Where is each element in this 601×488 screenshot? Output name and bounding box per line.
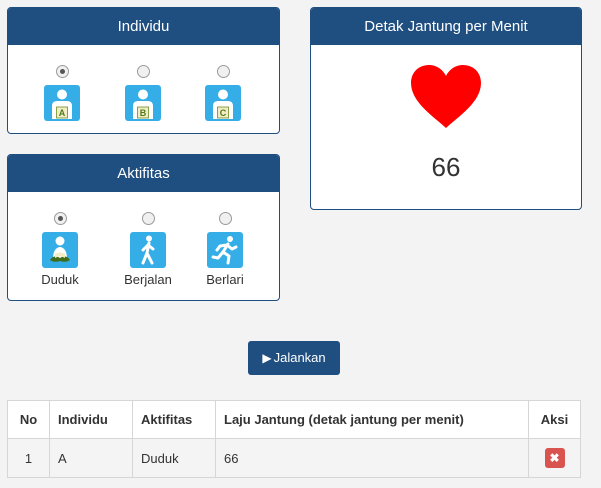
person-b-icon: B xyxy=(125,85,161,121)
aktifitas-label-berjalan: Berjalan xyxy=(124,272,172,287)
individu-panel-title: Individu xyxy=(8,8,279,45)
header-aksi: Aksi xyxy=(528,400,581,439)
heart-rate-panel: Detak Jantung per Menit 66 xyxy=(310,7,582,210)
play-icon: ▶ xyxy=(262,351,272,365)
heart-icon xyxy=(409,64,483,135)
aktifitas-option-berjalan[interactable]: Berjalan xyxy=(108,212,188,287)
individu-option-b[interactable]: B xyxy=(103,65,183,121)
aktifitas-radio-berlari[interactable] xyxy=(218,212,232,225)
svg-text:C: C xyxy=(220,108,227,118)
individu-radio-a[interactable] xyxy=(55,65,69,78)
aktifitas-label-berlari: Berlari xyxy=(206,272,244,287)
person-c-icon: C xyxy=(205,85,241,121)
aktifitas-option-berlari[interactable]: Berlari xyxy=(185,212,265,287)
table-header-row: No Individu Aktifitas Laju Jantung (deta… xyxy=(7,400,581,439)
cell-aktifitas: Duduk xyxy=(132,438,216,478)
individu-option-a[interactable]: A xyxy=(22,65,102,121)
header-aktifitas: Aktifitas xyxy=(132,400,216,439)
delete-icon[interactable]: ✖ xyxy=(544,448,565,468)
running-person-icon xyxy=(207,232,243,268)
aktifitas-panel-title: Aktifitas xyxy=(8,155,279,192)
aktifitas-panel: Aktifitas Duduk Berjalan Berlari xyxy=(7,154,280,301)
cell-aksi: ✖ xyxy=(528,438,581,478)
svg-text:A: A xyxy=(59,108,66,118)
individu-panel: Individu A B C xyxy=(7,7,280,134)
heart-rate-panel-title: Detak Jantung per Menit xyxy=(311,8,581,45)
aktifitas-label-duduk: Duduk xyxy=(41,272,79,287)
table-row: 1 A Duduk 66 ✖ xyxy=(7,438,581,478)
run-button[interactable]: ▶ Jalankan xyxy=(248,341,340,375)
svg-text:B: B xyxy=(140,108,147,118)
sitting-person-icon xyxy=(42,232,78,268)
header-individu: Individu xyxy=(49,400,133,439)
header-laju-jantung: Laju Jantung (detak jantung per menit) xyxy=(215,400,529,439)
aktifitas-option-duduk[interactable]: Duduk xyxy=(20,212,100,287)
individu-radio-c[interactable] xyxy=(216,65,230,78)
aktifitas-radio-berjalan[interactable] xyxy=(141,212,155,225)
heart-rate-value: 66 xyxy=(431,152,461,182)
header-no: No xyxy=(7,400,50,439)
individu-option-c[interactable]: C xyxy=(183,65,263,121)
person-a-icon: A xyxy=(44,85,80,121)
run-button-label: Jalankan xyxy=(273,350,326,365)
cell-no: 1 xyxy=(7,438,50,478)
individu-radio-b[interactable] xyxy=(136,65,150,78)
cell-laju-jantung: 66 xyxy=(215,438,529,478)
walking-person-icon xyxy=(130,232,166,268)
aktifitas-radio-duduk[interactable] xyxy=(53,212,67,225)
results-table: No Individu Aktifitas Laju Jantung (deta… xyxy=(7,400,581,478)
cell-individu: A xyxy=(49,438,133,478)
